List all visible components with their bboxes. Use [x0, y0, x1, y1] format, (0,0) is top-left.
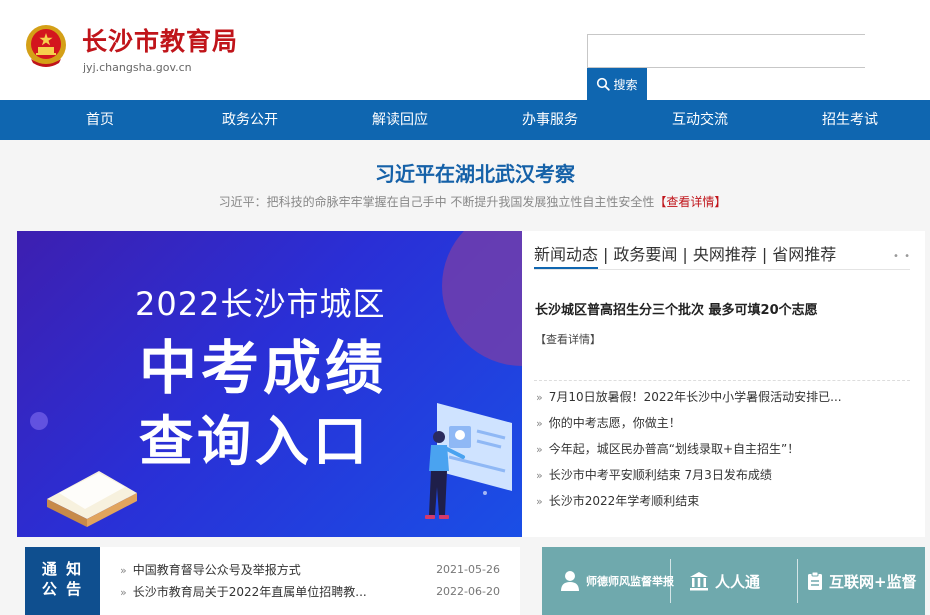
banner-slide[interactable]: 2022长沙市城区 中考成绩 查询入口 — [17, 231, 522, 537]
tab-government-news[interactable]: 政务要闻 — [613, 243, 677, 267]
tab-provincial-recommend[interactable]: 省网推荐 — [772, 243, 836, 267]
headline-title[interactable]: 习近平在湖北武汉考察 — [0, 158, 930, 187]
bullet-icon: » — [120, 564, 127, 577]
clipboard-icon — [808, 571, 822, 590]
list-item[interactable]: » 中国教育督导公众号及举报方式 2021-05-26 — [120, 559, 500, 581]
service-bar: 师德师风监督举报 人人通 互联网+监督 — [542, 547, 925, 615]
internet-supervision-label: 互联网+监督 — [829, 572, 917, 591]
tab-separator: | — [603, 245, 609, 264]
list-item[interactable]: » 今年起，城区民办普高“划线录取+自主招生”！ — [536, 436, 842, 462]
notice-item-date: 2022-06-20 — [436, 585, 500, 598]
notice-item-title: 中国教育督导公众号及举报方式 — [132, 563, 301, 577]
internet-supervision-button[interactable]: 互联网+监督 — [807, 547, 917, 615]
tab-central-recommend[interactable]: 央网推荐 — [693, 243, 757, 267]
list-item[interactable]: » 你的中考志愿，你做主！ — [536, 410, 842, 436]
bank-building-icon — [690, 572, 708, 591]
national-emblem-icon — [26, 25, 66, 67]
notice-item-title: 长沙市教育局关于2022年直属单位招聘教... — [132, 585, 367, 599]
headline-summary-text: 习近平：把科技的命脉牢牢掌握在自己手中 不断提升我国发展独立性自主性安全性 — [218, 195, 655, 209]
bullet-icon: » — [536, 469, 543, 482]
search-input[interactable] — [587, 34, 865, 68]
news-divider — [534, 380, 910, 381]
news-item-title: 长沙市2022年学考顺利结束 — [548, 494, 700, 508]
renrentong-label: 人人通 — [715, 572, 761, 591]
news-panel: 新闻动态 | 政务要闻 | 央网推荐 | 省网推荐 • • 长沙城区普高招生分三个批次 最多… — [522, 231, 925, 537]
service-separator — [797, 559, 798, 603]
nav-government-affairs[interactable]: 政务公开 — [222, 100, 278, 140]
tab-separator: | — [761, 245, 768, 264]
banner-line3: 查询入口 — [139, 410, 371, 473]
headline-summary: 习近平：把科技的命脉牢牢掌握在自己手中 不断提升我国发展独立性自主性安全性【查看… — [0, 193, 930, 210]
banner-line2: 中考成绩 — [139, 334, 388, 402]
nav-home[interactable]: 首页 — [86, 100, 114, 140]
search-button-label: 搜索 — [613, 77, 638, 92]
tab-separator: | — [682, 245, 688, 264]
notice-label[interactable]: 通 知 公 告 — [25, 547, 100, 615]
nav-enrollment-exams[interactable]: 招生考试 — [822, 100, 878, 140]
news-item-title: 7月10日放暑假！2022年长沙中小学暑假活动安排已... — [548, 390, 842, 404]
banner-line1: 2022长沙市城区 — [135, 285, 386, 323]
nav-interpretation[interactable]: 解读回应 — [372, 100, 428, 140]
book-icon — [47, 471, 137, 527]
bullet-icon: » — [536, 391, 543, 404]
site-title[interactable]: 长沙市教育局 — [82, 24, 238, 60]
featured-news-title[interactable]: 长沙城区普高招生分三个批次 最多可填20个志愿 — [535, 299, 818, 318]
nav-services[interactable]: 办事服务 — [522, 100, 578, 140]
bullet-icon: » — [536, 443, 543, 456]
bullet-icon: » — [120, 586, 127, 599]
search-icon — [597, 77, 611, 91]
ethics-report-button[interactable]: 师德师风监督举报 — [560, 547, 674, 615]
notice-list: » 中国教育督导公众号及举报方式 2021-05-26 » 长沙市教育局关于2022年… — [120, 559, 500, 603]
bullet-icon: » — [536, 417, 543, 430]
nav-interaction[interactable]: 互动交流 — [672, 100, 728, 140]
news-item-title: 你的中考志愿，你做主！ — [548, 416, 681, 430]
notice-label-line2: 公 告 — [41, 580, 84, 598]
list-item[interactable]: » 7月10日放暑假！2022年长沙中小学暑假活动安排已... — [536, 384, 842, 410]
featured-news-more[interactable]: 【查看详情】 — [535, 331, 601, 347]
list-item[interactable]: » 长沙市教育局关于2022年直属单位招聘教... 2022-06-20 — [120, 581, 500, 603]
site-domain: jyj.changsha.gov.cn — [83, 61, 192, 74]
site-header: 长沙市教育局 jyj.changsha.gov.cn 搜索 — [0, 0, 930, 100]
person-icon — [561, 571, 579, 591]
list-item[interactable]: » 长沙市2022年学考顺利结束 — [536, 488, 842, 514]
notice-item-date: 2021-05-26 — [436, 563, 500, 576]
news-tabs: 新闻动态 | 政务要闻 | 央网推荐 | 省网推荐 — [534, 243, 836, 269]
screen-board-icon — [437, 403, 512, 491]
list-item[interactable]: » 长沙市中考平安顺利结束 7月3日发布成绩 — [536, 462, 842, 488]
news-item-title: 长沙市中考平安顺利结束 7月3日发布成绩 — [548, 468, 772, 482]
news-list: » 7月10日放暑假！2022年长沙中小学暑假活动安排已... » 你的中考志愿，你… — [536, 384, 842, 514]
ethics-report-label: 师德师风监督举报 — [586, 575, 674, 588]
renrentong-button[interactable]: 人人通 — [689, 547, 760, 615]
bullet-icon: » — [536, 495, 543, 508]
search-button[interactable]: 搜索 — [587, 68, 647, 100]
more-dots-icon[interactable]: • • — [893, 251, 911, 262]
main-nav: 首页 政务公开 解读回应 办事服务 互动交流 招生考试 — [0, 100, 930, 140]
notice-panel: 通 知 公 告 » 中国教育督导公众号及举报方式 2021-05-26 » 长沙市教育… — [25, 547, 520, 615]
tab-news-updates[interactable]: 新闻动态 — [534, 243, 599, 269]
service-separator — [670, 559, 671, 603]
tabs-divider — [534, 269, 910, 270]
headline-more-link[interactable]: 【查看详情】 — [654, 195, 726, 209]
notice-label-line1: 通 知 — [41, 560, 84, 578]
news-item-title: 今年起，城区民办普高“划线录取+自主招生”！ — [548, 442, 800, 456]
